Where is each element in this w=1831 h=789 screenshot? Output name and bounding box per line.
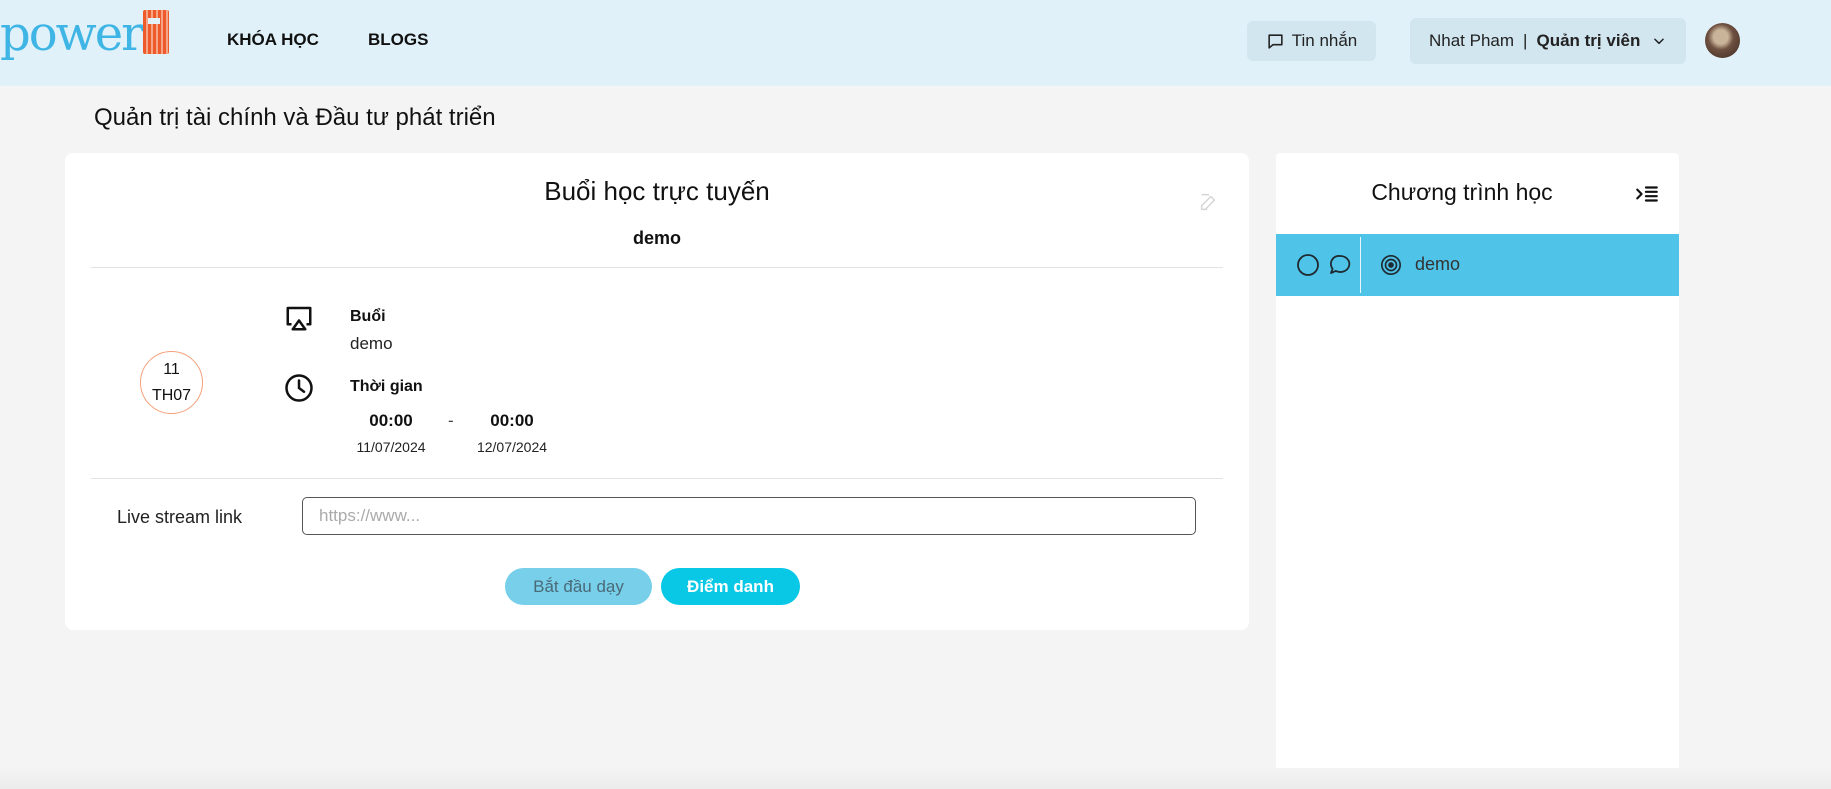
divider — [91, 478, 1223, 479]
attendance-button[interactable]: Điểm danh — [661, 568, 800, 605]
user-separator: | — [1523, 31, 1528, 50]
page-bottom-edge — [0, 768, 1831, 789]
nav-courses[interactable]: KHÓA HỌC — [227, 30, 319, 50]
curriculum-item[interactable]: demo — [1276, 234, 1679, 296]
messages-button[interactable]: Tin nhắn — [1247, 21, 1376, 61]
divider — [91, 267, 1223, 268]
messages-label: Tin nhắn — [1291, 31, 1358, 50]
session-label: Buổi — [350, 308, 386, 325]
avatar[interactable] — [1705, 23, 1740, 58]
circle-status-icon[interactable] — [1296, 253, 1320, 277]
time-separator: - — [448, 411, 454, 430]
curriculum-panel: Chương trình học demo — [1276, 153, 1679, 789]
row-divider — [1360, 237, 1361, 293]
logo-mark-icon — [143, 10, 170, 54]
end-date: 12/07/2024 — [476, 439, 548, 455]
edit-icon[interactable] — [1198, 191, 1220, 213]
date-day: 11 — [163, 360, 180, 378]
clock-icon — [285, 374, 313, 402]
date-month: TH07 — [151, 386, 192, 404]
start-teaching-button[interactable]: Bắt đầu dạy — [505, 568, 652, 605]
screen-cast-icon — [286, 306, 312, 331]
row-status-icons — [1296, 253, 1352, 277]
user-role: Quản trị viên — [1536, 31, 1641, 50]
session-value: demo — [350, 334, 393, 353]
user-name: Nhat Pham — [1429, 31, 1515, 50]
session-title: Buổi học trực tuyến — [544, 176, 770, 206]
start-time: 00:00 — [369, 411, 413, 430]
curriculum-item-label: demo — [1415, 254, 1461, 274]
end-time: 00:00 — [490, 411, 534, 430]
chevron-down-icon — [1652, 34, 1666, 48]
top-header: power KHÓA HỌC BLOGS Tin nhắn Nhat Pham … — [0, 0, 1831, 86]
collapse-menu-icon[interactable] — [1634, 181, 1660, 207]
brand-logo[interactable]: power — [0, 6, 170, 62]
session-card: Buổi học trực tuyến demo 11 TH07 Buổi de… — [65, 153, 1249, 630]
session-subtitle: demo — [632, 228, 681, 248]
time-label: Thời gian — [350, 378, 423, 395]
chat-icon — [1268, 33, 1283, 49]
comment-icon[interactable] — [1328, 253, 1352, 277]
date-badge: 11 TH07 — [140, 351, 203, 414]
user-menu[interactable]: Nhat Pham | Quản trị viên — [1410, 18, 1686, 64]
page-title: Quản trị tài chính và Đầu tư phát triển — [94, 104, 496, 131]
curriculum-title: Chương trình học — [1371, 179, 1553, 205]
target-icon — [1381, 255, 1401, 275]
livestream-input[interactable] — [302, 497, 1196, 535]
livestream-label: Live stream link — [117, 507, 243, 527]
logo-text: power — [0, 6, 144, 62]
start-date: 11/07/2024 — [356, 439, 426, 455]
nav-blogs[interactable]: BLOGS — [368, 30, 428, 50]
